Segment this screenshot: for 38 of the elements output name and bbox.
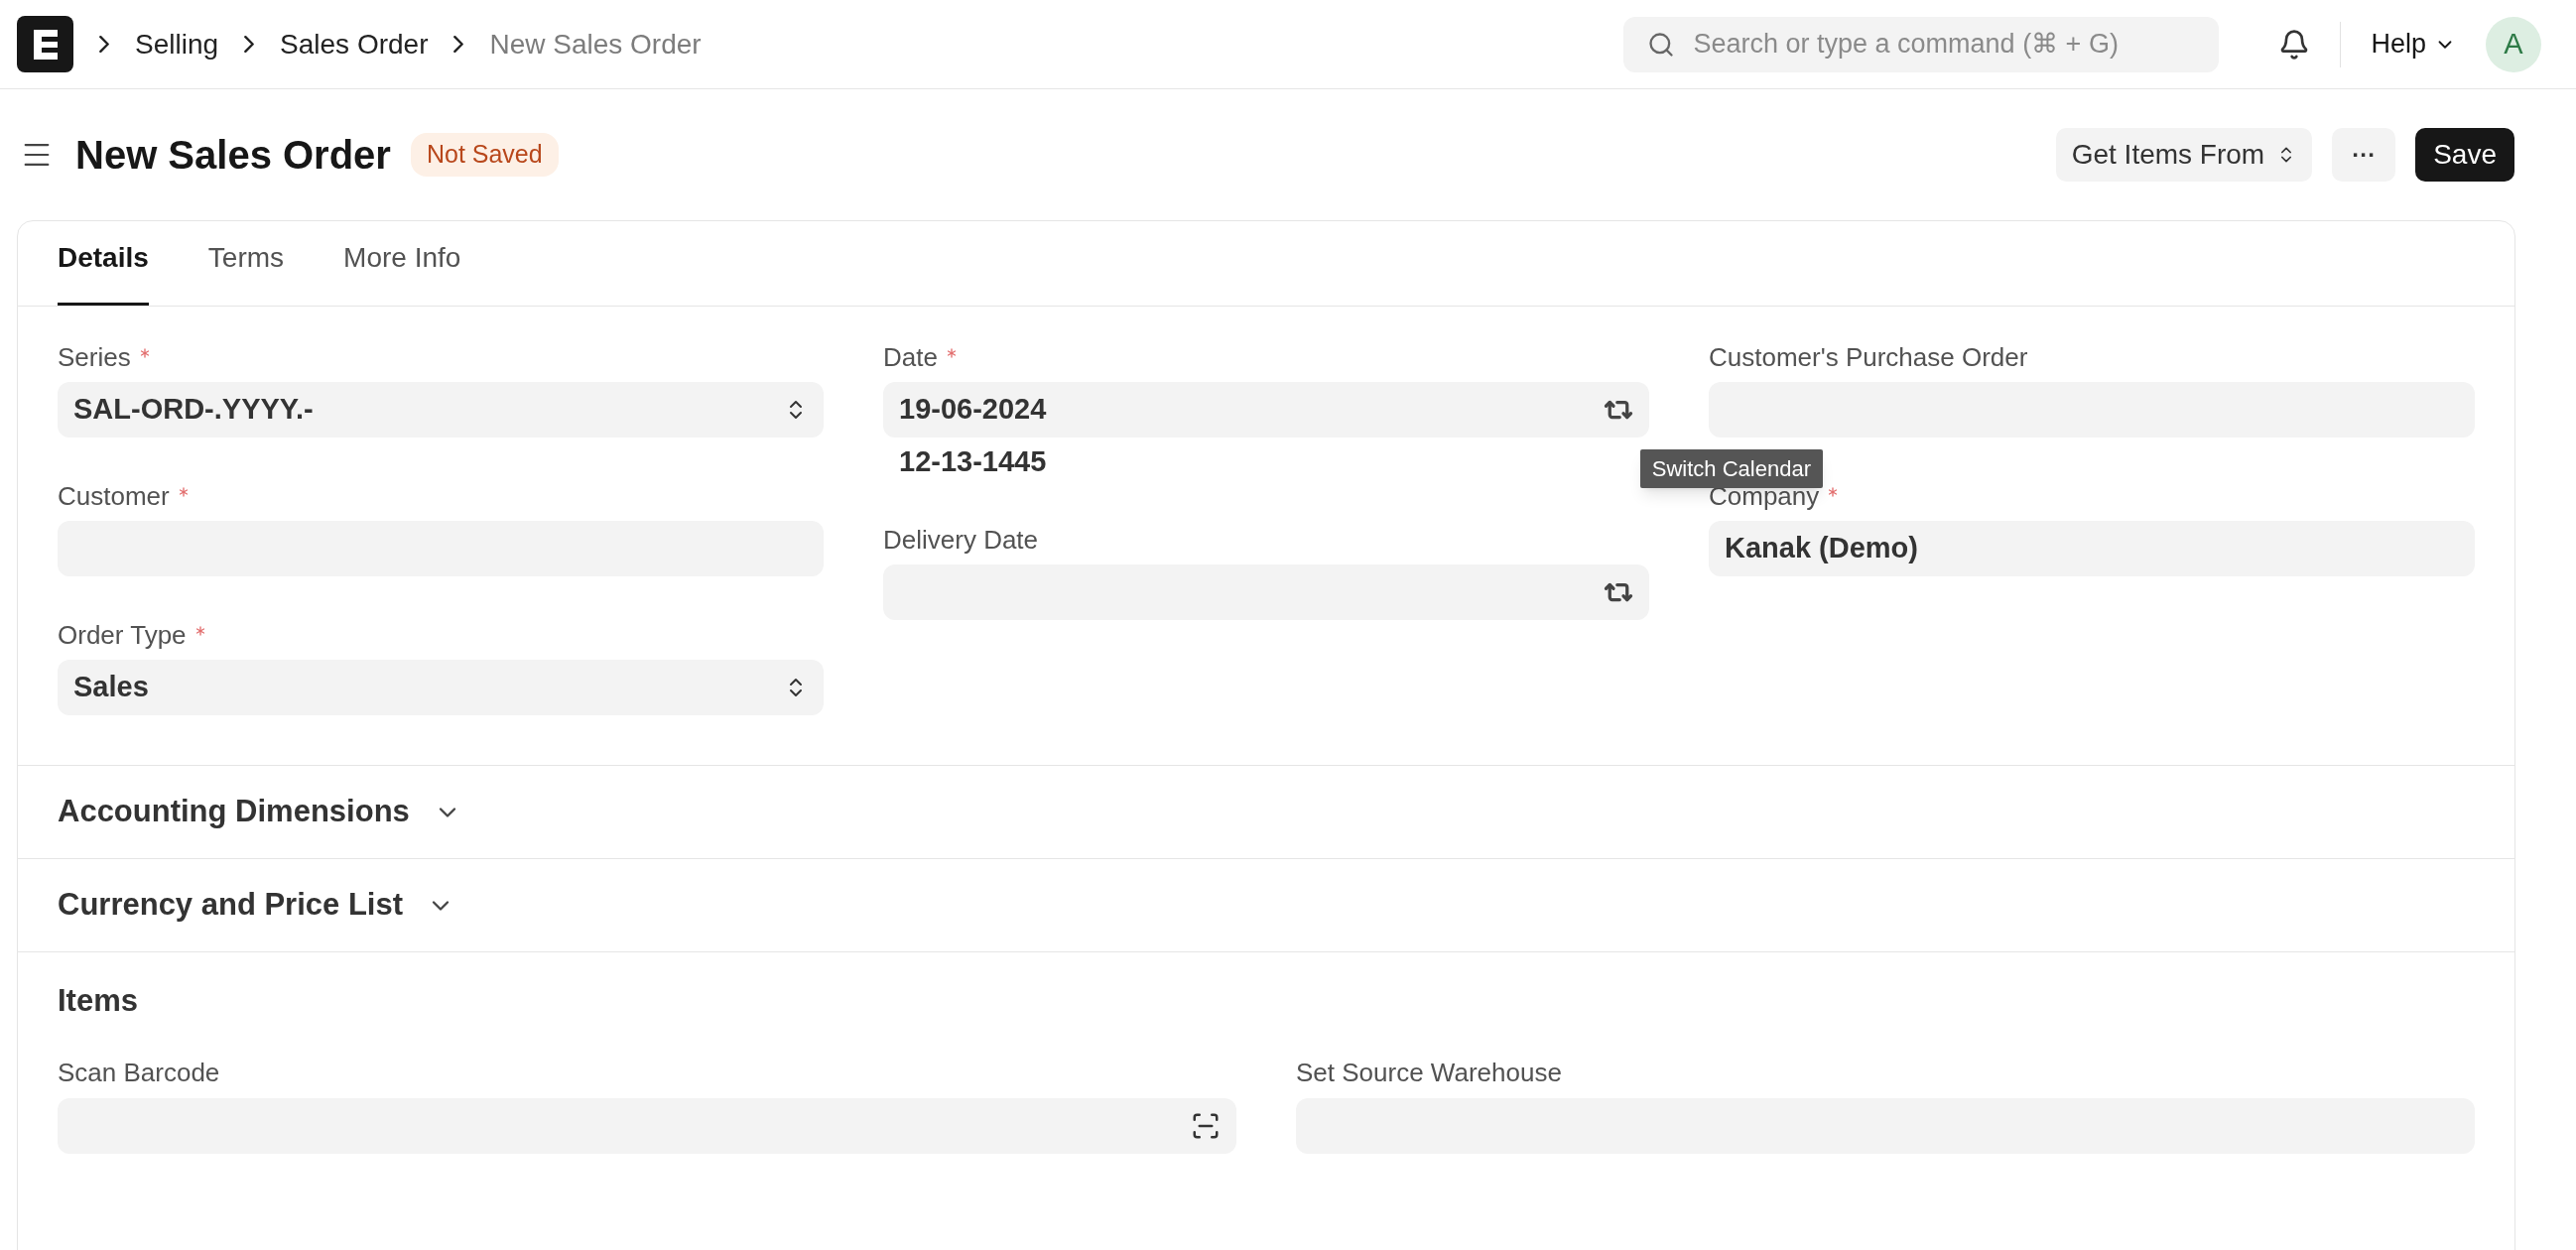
status-badge: Not Saved xyxy=(410,133,559,177)
field-label: Order Type xyxy=(58,618,187,652)
input-field[interactable]: Sales xyxy=(58,660,824,715)
get-items-from-button[interactable]: Get Items From xyxy=(2055,128,2313,182)
field-label: Delivery Date xyxy=(883,523,1039,557)
input-field[interactable]: SAL-ORD-.YYYY.- xyxy=(58,382,824,438)
search-icon xyxy=(1647,30,1676,59)
field-label: Customer xyxy=(58,479,170,513)
more-actions-button[interactable]: ··· xyxy=(2332,128,2396,182)
field-label: Series xyxy=(58,340,131,374)
field-label: Scan Barcode xyxy=(58,1057,220,1089)
field-label: Date xyxy=(883,340,938,374)
tooltip: Switch Calendar xyxy=(1639,449,1823,488)
help-menu-button[interactable]: Help xyxy=(2371,24,2456,64)
input-field[interactable]: Kanak (Demo) xyxy=(1709,521,2475,576)
search-field[interactable]: Search or type a command (⌘ + G) xyxy=(1623,16,2220,72)
section-heading[interactable]: Currency and Price List xyxy=(58,882,403,929)
breadcrumb-link[interactable]: New Sales Order xyxy=(489,23,702,65)
field-label: Customer's Purchase Order xyxy=(1709,340,2028,374)
form-tab[interactable]: Details xyxy=(58,237,149,306)
form-tab[interactable]: More Info xyxy=(343,237,461,306)
input-field[interactable]: 19-06-2024 xyxy=(883,382,1649,438)
app-logo-icon[interactable] xyxy=(17,16,73,72)
page-title: New Sales Order xyxy=(75,132,391,179)
save-button[interactable]: Save xyxy=(2415,128,2514,182)
chevron-right-icon xyxy=(99,36,109,53)
chevron-right-icon xyxy=(244,36,255,53)
field-label: Set Source Warehouse xyxy=(1296,1057,1562,1089)
input-field[interactable] xyxy=(883,564,1649,620)
section-heading: Items xyxy=(58,983,138,1018)
breadcrumb-link[interactable]: Sales Order xyxy=(280,23,429,65)
user-avatar[interactable]: A xyxy=(2486,16,2541,72)
chevron-right-icon xyxy=(453,36,464,53)
breadcrumb-link[interactable]: Selling xyxy=(135,23,219,65)
alternate-date: 12-13-1445 xyxy=(899,444,1048,479)
section-heading[interactable]: Accounting Dimensions xyxy=(58,789,410,835)
input-field[interactable] xyxy=(58,1097,1236,1154)
form-tab[interactable]: Terms xyxy=(207,237,285,306)
